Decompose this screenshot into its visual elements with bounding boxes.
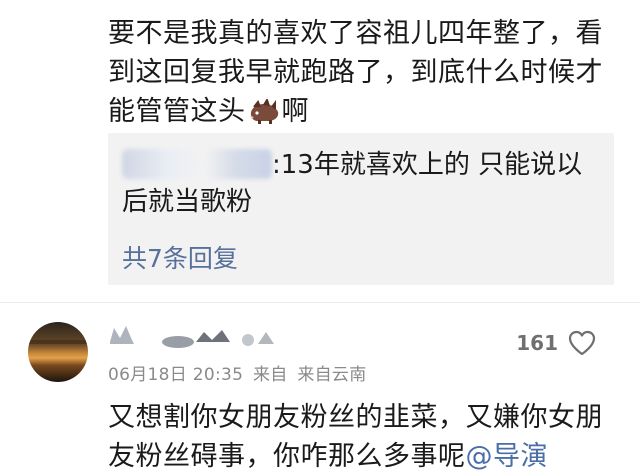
post-text: 要不是我真的喜欢了容祖儿四年整了，看到这回复我早就跑路了，到底什么时候才能管管这… — [108, 14, 618, 136]
boar-emoji-icon — [248, 97, 280, 136]
blurred-username[interactable] — [108, 320, 278, 350]
heart-outline-icon — [568, 330, 596, 356]
view-replies-link[interactable]: 共7条回复 — [122, 239, 238, 275]
reply-line: :13年就喜欢上的 只能说以后就当歌粉 — [122, 147, 608, 221]
blurred-username — [122, 149, 272, 179]
comment-date: 06月18日 20:35 — [108, 365, 244, 385]
comment-meta: 06月18日 20:35 来自 来自云南 — [108, 360, 371, 385]
divider — [0, 302, 640, 303]
reply-preview-box[interactable]: :13年就喜欢上的 只能说以后就当歌粉 共7条回复 — [108, 133, 614, 285]
comment-text: 又想割你女朋友粉丝的韭菜，又嫌你女朋友粉丝碍事，你咋那么多事呢@导演 — [108, 398, 608, 476]
post-text-before-emoji: 要不是我真的喜欢了容祖儿四年整了，看到这回复我早就跑路了，到底什么时候才能管管这… — [108, 18, 603, 127]
avatar[interactable] — [28, 322, 88, 382]
like-button[interactable]: 161 — [516, 330, 596, 356]
like-count: 161 — [516, 331, 558, 355]
comment-source: 来自云南 — [297, 365, 367, 385]
post-text-after-emoji: 啊 — [281, 96, 309, 127]
mention-link[interactable]: @导演 — [466, 441, 549, 472]
source-prefix: 来自 — [252, 365, 288, 385]
